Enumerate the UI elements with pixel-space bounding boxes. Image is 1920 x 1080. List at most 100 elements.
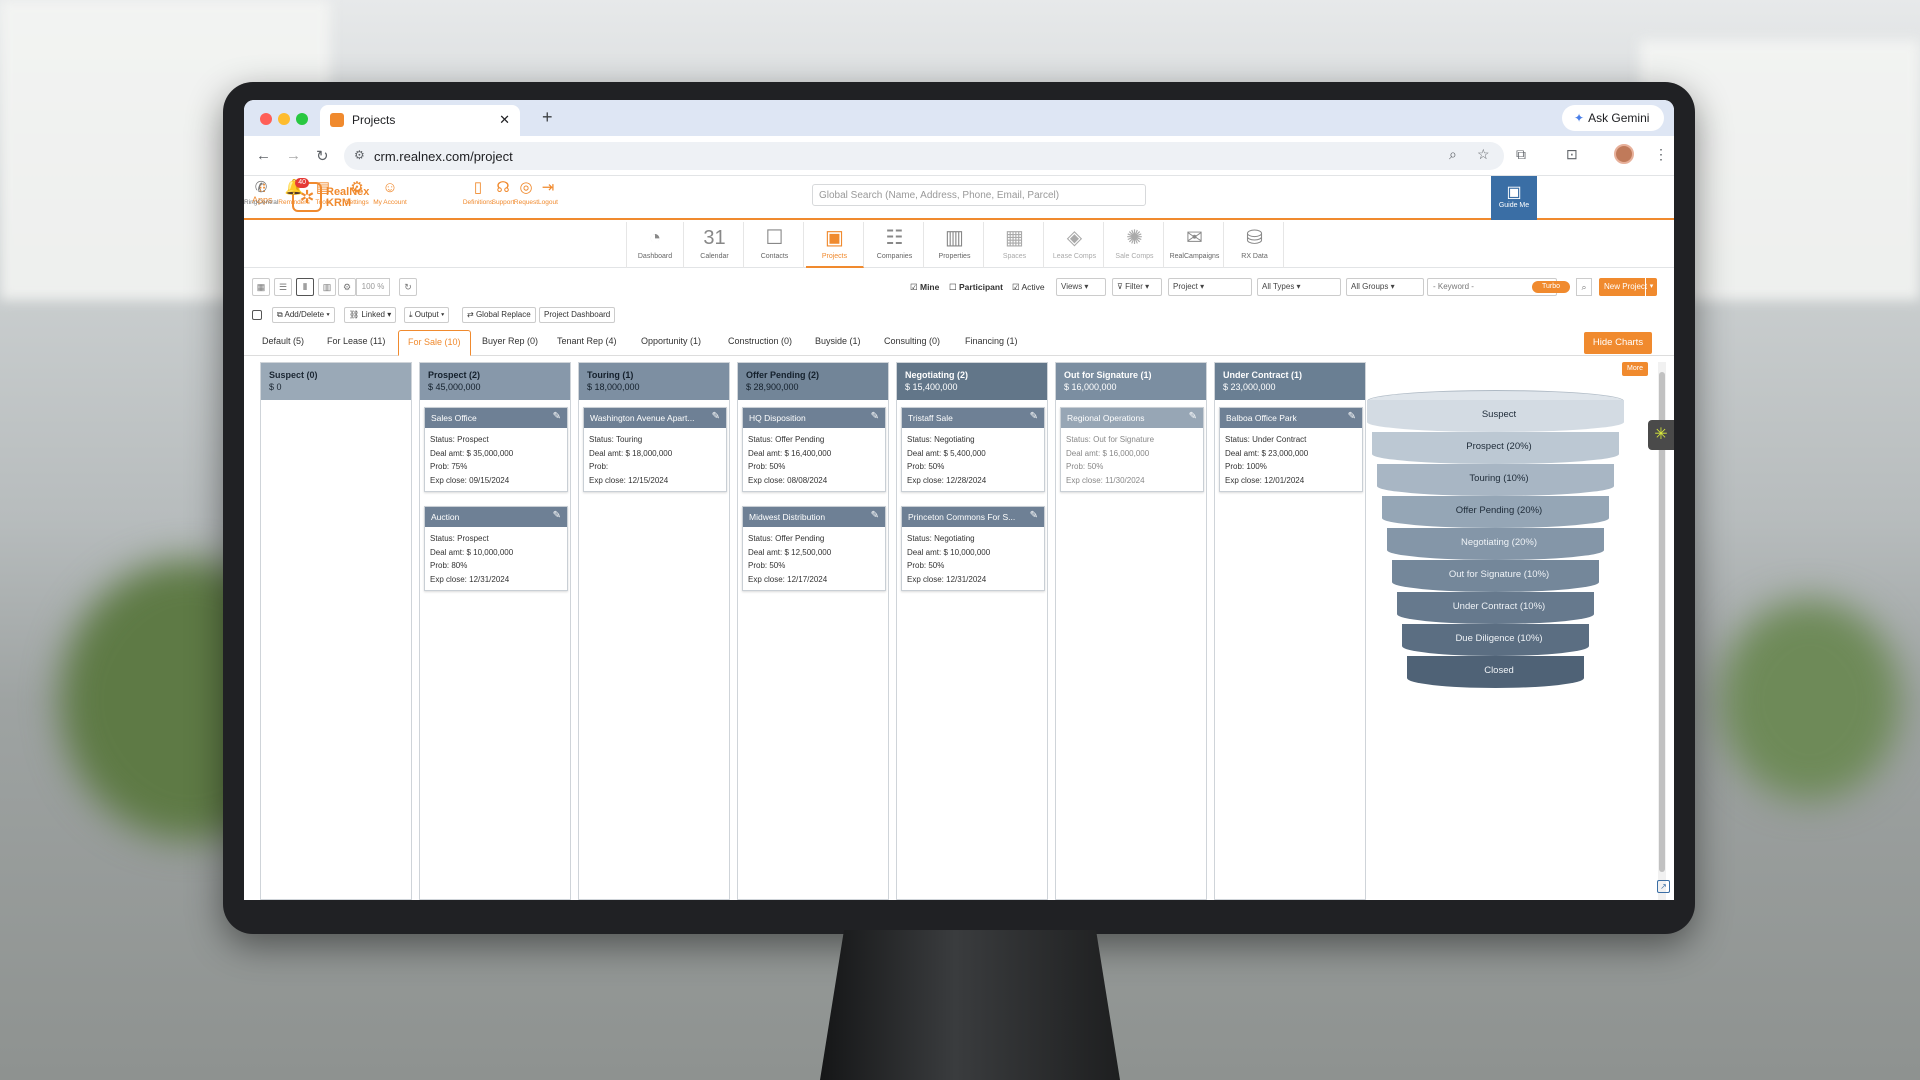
- ask-gemini-button[interactable]: ✦ Ask Gemini: [1562, 105, 1664, 131]
- project-dashboard-button[interactable]: Project Dashboard: [539, 307, 616, 323]
- tab-for-lease[interactable]: For Lease (11): [327, 336, 385, 346]
- list-view-icon[interactable]: ☰: [274, 278, 292, 296]
- module-realcampaigns[interactable]: ✉ RealCampaigns: [1166, 222, 1224, 268]
- module-properties[interactable]: ▥ Properties: [926, 222, 984, 268]
- edit-icon[interactable]: ✎: [871, 510, 879, 521]
- address-bar[interactable]: ⚙ crm.realnex.com/project: [344, 142, 1504, 170]
- module-rx-data[interactable]: ⛁ RX Data: [1226, 222, 1284, 268]
- project-card[interactable]: Auction ✎ Status: Prospect Deal amt: $ 10,0…: [424, 506, 568, 591]
- tab-tenant-rep[interactable]: Tenant Rep (4): [557, 336, 617, 346]
- zoom-level[interactable]: 100 %: [356, 278, 390, 296]
- header-account-button[interactable]: ☺ My Account: [373, 179, 407, 206]
- header-phone-button[interactable]: ✆ RingCentral: [244, 179, 278, 206]
- linked-button[interactable]: ⛓ Linked ▾: [344, 307, 397, 323]
- close-tab-icon[interactable]: ✕: [499, 112, 510, 128]
- output-button[interactable]: ⤓ Output ▾: [404, 307, 450, 323]
- tab-default[interactable]: Default (5): [262, 336, 304, 346]
- tab-financing[interactable]: Financing (1): [965, 336, 1018, 346]
- mine-checkbox[interactable]: ☑ Mine: [910, 282, 939, 293]
- project-card[interactable]: Washington Avenue Apart... ✎ Status: Touri…: [583, 407, 727, 492]
- grid-view-icon[interactable]: ▦: [252, 278, 270, 296]
- all-groups-dropdown[interactable]: All Groups ▾: [1346, 278, 1424, 296]
- split-view-icon[interactable]: ▥: [318, 278, 336, 296]
- turbo-toggle[interactable]: Turbo: [1532, 281, 1570, 293]
- views-dropdown[interactable]: Views ▾: [1056, 278, 1106, 296]
- chevron-down-icon[interactable]: ▾: [1645, 278, 1657, 296]
- edit-icon[interactable]: ✎: [553, 411, 561, 422]
- close-window-dot[interactable]: [260, 113, 272, 125]
- active-checkbox[interactable]: ☑ Active: [1012, 282, 1045, 293]
- zoom-icon[interactable]: ⌕: [1449, 146, 1457, 163]
- funnel-stage-label: Under Contract (10%): [1452, 601, 1546, 612]
- select-all-checkbox[interactable]: [252, 310, 262, 320]
- guide-me-button[interactable]: ▣ Guide Me: [1491, 176, 1537, 220]
- reload-icon[interactable]: ↻: [316, 147, 329, 165]
- module-sale-comps[interactable]: ✺ Sale Comps: [1106, 222, 1164, 268]
- hide-charts-button[interactable]: Hide Charts: [1584, 332, 1652, 354]
- tab-buyside[interactable]: Buyside (1): [815, 336, 861, 346]
- refresh-icon[interactable]: ↻: [399, 278, 417, 296]
- corner-widget-icon[interactable]: ↗: [1657, 880, 1670, 893]
- edit-icon[interactable]: ✎: [712, 411, 720, 422]
- global-replace-button[interactable]: ⇄ Global Replace: [462, 307, 536, 323]
- campaigns-icon: ✉: [1186, 227, 1203, 249]
- header-logout-button[interactable]: ⇥ Logout: [531, 179, 565, 206]
- profile-avatar[interactable]: [1614, 144, 1634, 164]
- search-icon[interactable]: ⌕: [1576, 278, 1592, 296]
- edit-icon[interactable]: ✎: [1030, 411, 1038, 422]
- edit-icon[interactable]: ✎: [1189, 411, 1197, 422]
- filter-dropdown[interactable]: ⊽ Filter ▾: [1112, 278, 1162, 296]
- project-card[interactable]: HQ Disposition ✎ Status: Offer Pending Deal…: [742, 407, 886, 492]
- logout-icon: ⇥: [541, 179, 555, 196]
- forward-icon[interactable]: →: [286, 147, 301, 164]
- project-deal: Deal amt: $ 10,000,000: [907, 547, 991, 557]
- project-card[interactable]: Midwest Distribution ✎ Status: Offer Pendi…: [742, 506, 886, 591]
- edit-icon[interactable]: ✎: [553, 510, 561, 521]
- tab-consulting[interactable]: Consulting (0): [884, 336, 940, 346]
- module-dashboard[interactable]: ◔ Dashboard: [626, 222, 684, 268]
- project-deal: Deal amt: $ 5,400,000: [907, 448, 986, 458]
- module-lease-comps[interactable]: ◈ Lease Comps: [1046, 222, 1104, 268]
- tab-buyer-rep[interactable]: Buyer Rep (0): [482, 336, 538, 346]
- project-card[interactable]: Balboa Office Park ✎ Status: Under Contrac…: [1219, 407, 1363, 492]
- edit-icon[interactable]: ✎: [1348, 411, 1356, 422]
- more-button[interactable]: More: [1622, 362, 1648, 376]
- participant-checkbox[interactable]: ☐ Participant: [949, 282, 1003, 293]
- project-card[interactable]: Regional Operations ✎ Status: Out for Sign…: [1060, 407, 1204, 492]
- project-dropdown[interactable]: Project ▾: [1168, 278, 1252, 296]
- extensions-icon[interactable]: ⧉: [1516, 146, 1526, 163]
- module-projects[interactable]: ▣ Projects: [806, 222, 864, 268]
- tab-for-sale[interactable]: For Sale (10): [398, 330, 471, 356]
- all-types-dropdown[interactable]: All Types ▾: [1257, 278, 1341, 296]
- minimize-window-dot[interactable]: [278, 113, 290, 125]
- header-tools-button[interactable]: ▤ Tools: [306, 179, 340, 206]
- menu-kebab-icon[interactable]: ⋮: [1654, 146, 1668, 163]
- project-card-body: Status: Negotiating Deal amt: $ 5,400,000…: [902, 428, 1044, 491]
- project-card[interactable]: Sales Office ✎ Status: Prospect Deal amt: $…: [424, 407, 568, 492]
- project-card[interactable]: Tristaff Sale ✎ Status: Negotiating Deal am…: [901, 407, 1045, 492]
- edit-icon[interactable]: ✎: [1030, 510, 1038, 521]
- lens-icon[interactable]: ⊡: [1566, 146, 1578, 163]
- module-spaces[interactable]: ▦ Spaces: [986, 222, 1044, 268]
- module-contacts[interactable]: ☐ Contacts: [746, 222, 804, 268]
- module-companies[interactable]: ☷ Companies: [866, 222, 924, 268]
- header-icon-label: My Account: [373, 199, 407, 206]
- side-widget-icon[interactable]: ✳: [1648, 420, 1674, 450]
- back-icon[interactable]: ←: [256, 147, 271, 164]
- board-view-icon[interactable]: ⫴: [296, 278, 314, 296]
- module-calendar[interactable]: 31 Calendar: [686, 222, 744, 268]
- tab-construction[interactable]: Construction (0): [728, 336, 792, 346]
- maximize-window-dot[interactable]: [296, 113, 308, 125]
- new-tab-icon[interactable]: +: [542, 107, 553, 128]
- project-card[interactable]: Princeton Commons For S... ✎ Status: Negot…: [901, 506, 1045, 591]
- bookmark-star-icon[interactable]: ☆: [1477, 146, 1490, 163]
- browser-tab[interactable]: Projects ✕: [320, 105, 520, 136]
- tab-opportunity[interactable]: Opportunity (1): [641, 336, 701, 346]
- header-gear-button[interactable]: ⚙ Settings: [340, 179, 374, 206]
- global-search-input[interactable]: Global Search (Name, Address, Phone, Ema…: [812, 184, 1146, 206]
- edit-icon[interactable]: ✎: [871, 411, 879, 422]
- site-settings-icon[interactable]: ⚙: [354, 148, 365, 162]
- new-project-button[interactable]: New Project ▾: [1599, 278, 1657, 296]
- column-settings-icon[interactable]: ⚙: [338, 278, 356, 296]
- add-delete-button[interactable]: ⧉ Add/Delete ▾: [272, 307, 335, 323]
